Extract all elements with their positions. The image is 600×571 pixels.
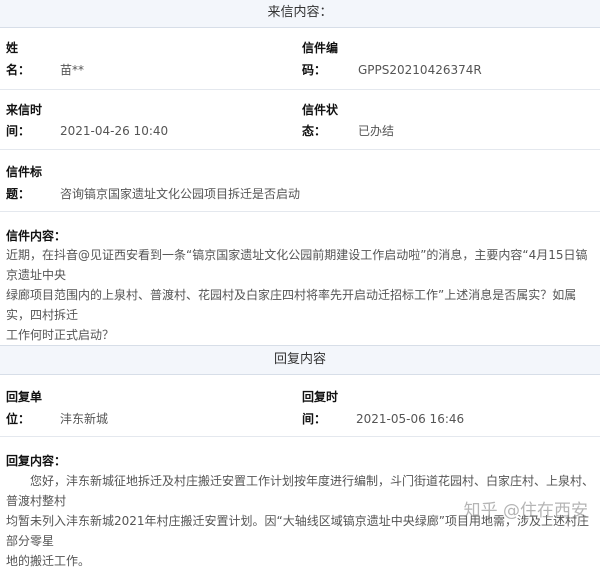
letter-content-label: 信件内容： <box>6 229 67 243</box>
info-row-time-status: 来信时 间： 2021-04-26 10:40 信件状 态： 已办结 <box>0 90 600 150</box>
reply-time-value: 2021-05-06 16:46 <box>356 412 465 426</box>
letter-section-title: 来信内容： <box>267 5 333 20</box>
reply-info-row: 回复单 位： 沣东新城 回复时 间： 2021-05-06 16:46 <box>0 375 600 437</box>
time-label-line2: 间： <box>6 124 31 138</box>
reply-time-label-line2: 间： <box>302 412 327 426</box>
name-label-line1: 姓 <box>6 41 19 55</box>
name-label-line2: 名： <box>6 63 31 77</box>
reply-section-title: 回复内容 <box>273 352 326 367</box>
status-value: 已办结 <box>358 124 395 138</box>
reply-content-text: 您好，沣东新城征地拆迁及村庄搬迁安置工作计划按年度进行编制，斗门街道花园村、白家… <box>6 471 596 571</box>
letter-content-line: 工作何时正式启动？ <box>6 328 115 342</box>
subject-value: 咨询镐京国家遗址文化公园项目拆迁是否启动 <box>60 187 301 201</box>
reply-content-label: 回复内容： <box>6 454 67 468</box>
code-label-line2: 码： <box>302 63 327 77</box>
watermark-text: 知乎 @住在西安 <box>463 501 588 521</box>
time-label-line1: 来信时 <box>6 103 43 117</box>
reply-unit-value: 沣东新城 <box>60 412 109 426</box>
status-label-line2: 态： <box>302 124 327 138</box>
reply-unit-label-line1: 回复单 <box>6 390 43 404</box>
subject-label-line1: 信件标 <box>6 165 43 179</box>
reply-content-line: 地的搬迁工作。 <box>6 554 91 568</box>
reply-time-label-line1: 回复时 <box>302 390 339 404</box>
status-label-line1: 信件状 <box>302 103 339 117</box>
time-value: 2021-04-26 10:40 <box>60 124 169 138</box>
info-row-subject: 信件标 题： 咨询镐京国家遗址文化公园项目拆迁是否启动 <box>0 150 600 212</box>
subject-label-line2: 题： <box>6 187 31 201</box>
reply-section-header: 回复内容 <box>0 345 600 375</box>
code-value: GPPS20210426374R <box>358 63 482 77</box>
code-label-line1: 信件编 <box>302 41 339 55</box>
letter-content-block: 信件内容： 近期，在抖音@见证西安看到一条“镐京国家遗址文化公园前期建设工作启动… <box>0 212 600 342</box>
name-value: 苗** <box>60 63 85 77</box>
reply-unit-label-line2: 位： <box>6 412 31 426</box>
letter-section-header: 来信内容： <box>0 0 600 28</box>
letter-content-text: 近期，在抖音@见证西安看到一条“镐京国家遗址文化公园前期建设工作启动啦”的消息，… <box>6 245 596 345</box>
letter-content-line: 近期，在抖音@见证西安看到一条“镐京国家遗址文化公园前期建设工作启动啦”的消息，… <box>6 248 588 282</box>
info-row-name-code: 姓 名： 苗** 信件编 码： GPPS20210426374R <box>0 29 600 90</box>
letter-content-line: 绿廊项目范围内的上泉村、普渡村、花园村及白家庄四村将率先开启动迁招标工作”上述消… <box>6 288 577 322</box>
